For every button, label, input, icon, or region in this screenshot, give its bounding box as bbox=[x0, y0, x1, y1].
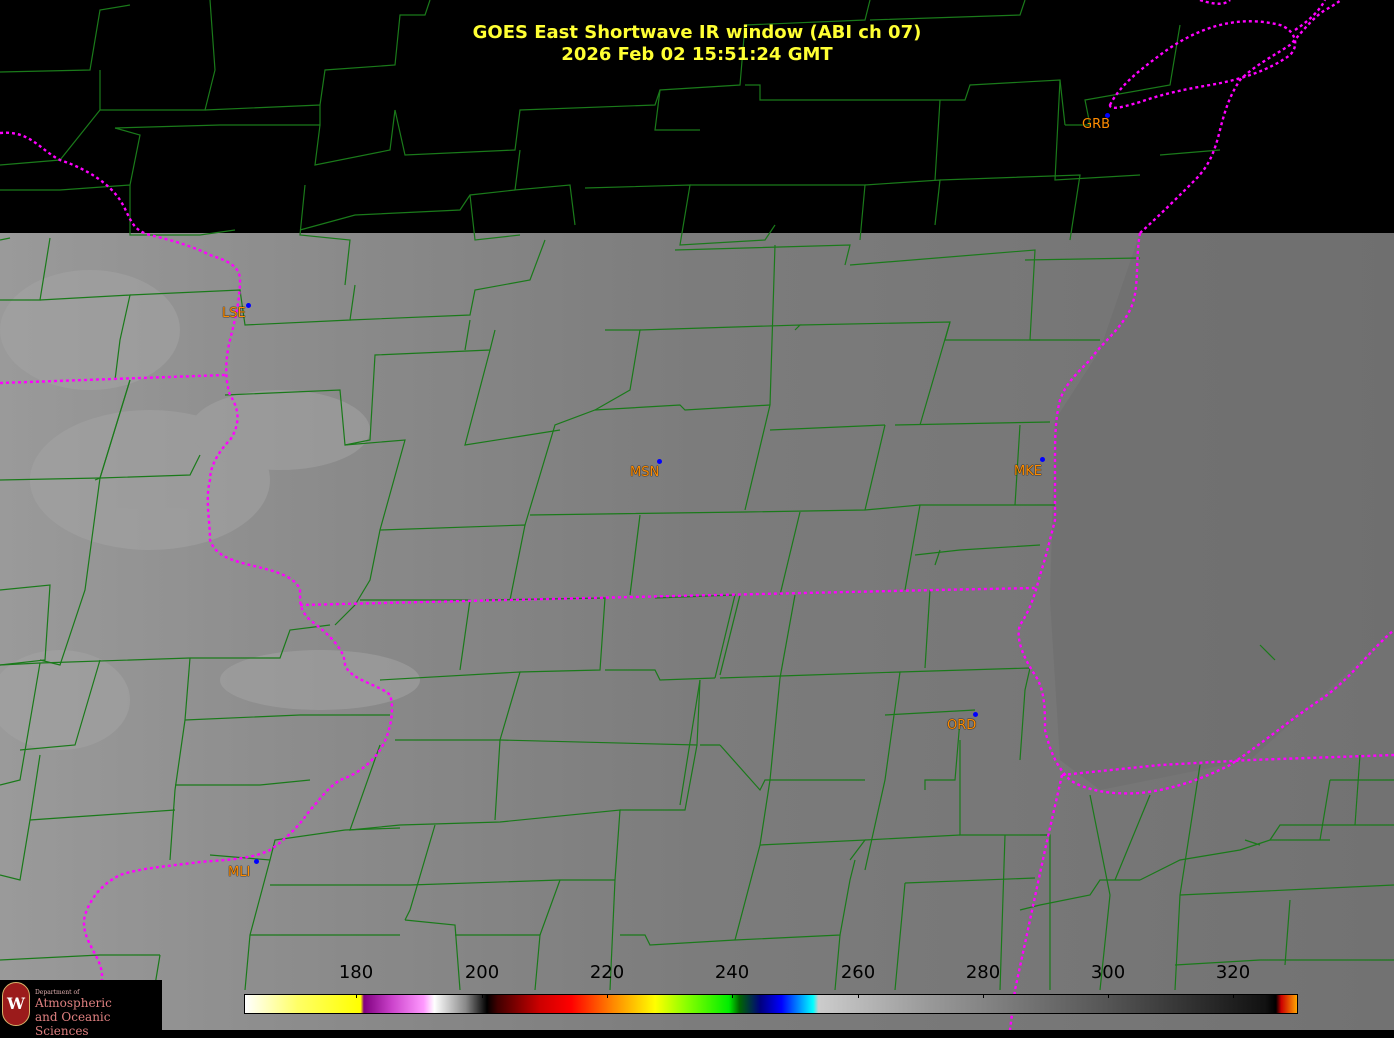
station-label-ord: ORD bbox=[947, 718, 977, 733]
satellite-map bbox=[0, 0, 1394, 1030]
temperature-colorbar bbox=[244, 994, 1298, 1014]
station-label-grb: GRB bbox=[1082, 117, 1111, 132]
colorbar-tick-label: 300 bbox=[1090, 962, 1126, 983]
colorbar-tick-label: 320 bbox=[1215, 962, 1251, 983]
station-label-msn: MSN bbox=[630, 465, 660, 480]
colorbar-tick-mark bbox=[1108, 994, 1109, 998]
colorbar-tick-label: 220 bbox=[589, 962, 625, 983]
aos-logo: W Department of Atmospheric and Oceanic … bbox=[0, 980, 162, 1038]
station-dot-lse bbox=[246, 303, 251, 308]
logo-line1: Atmospheric bbox=[35, 996, 112, 1010]
colorbar-tick-label: 240 bbox=[714, 962, 750, 983]
colorbar-tick-mark bbox=[356, 994, 357, 998]
colorbar-tick-label: 180 bbox=[338, 962, 374, 983]
colorbar-tick-mark bbox=[732, 994, 733, 998]
colorbar-tick-label: 200 bbox=[464, 962, 500, 983]
uw-seal-icon: W bbox=[2, 982, 30, 1026]
station-dot-mke bbox=[1040, 457, 1045, 462]
map-timestamp: 2026 Feb 02 15:51:24 GMT bbox=[561, 44, 833, 65]
logo-line2: and Oceanic Sciences bbox=[35, 1010, 111, 1038]
colorbar-tick-mark bbox=[607, 994, 608, 998]
station-dot-msn bbox=[657, 459, 662, 464]
colorbar-tick-label: 280 bbox=[965, 962, 1001, 983]
colorbar-tick-label: 260 bbox=[840, 962, 876, 983]
station-label-lse: LSE bbox=[222, 306, 246, 321]
colorbar-tick-mark bbox=[858, 994, 859, 998]
station-label-mli: MLI bbox=[228, 865, 251, 880]
colorbar-tick-mark bbox=[482, 994, 483, 998]
station-dot-ord bbox=[973, 712, 978, 717]
logo-dept-text: Department of bbox=[35, 989, 80, 996]
map-title: GOES East Shortwave IR window (ABI ch 07… bbox=[472, 22, 922, 43]
station-dot-mli bbox=[254, 859, 259, 864]
colorbar-tick-mark bbox=[1233, 994, 1234, 998]
station-label-mke: MKE bbox=[1014, 464, 1042, 479]
colorbar-tick-mark bbox=[983, 994, 984, 998]
